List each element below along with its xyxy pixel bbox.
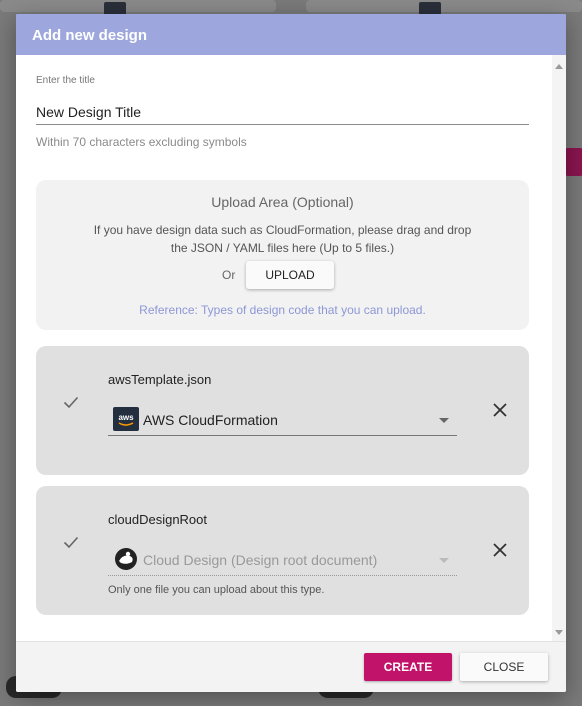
title-input[interactable] — [36, 99, 529, 125]
dropdown-arrow-icon — [439, 418, 449, 423]
background-accent-button — [564, 148, 582, 176]
check-icon — [63, 536, 79, 549]
file-type-value: Cloud Design (Design root document) — [143, 552, 378, 568]
file-card: awsTemplate.json aws AWS CloudFormation — [36, 346, 529, 475]
aws-logo-icon: aws — [113, 407, 139, 431]
file-type-value: AWS CloudFormation — [143, 412, 278, 428]
upload-reference-link[interactable]: Reference: Types of design code that you… — [36, 303, 529, 317]
svg-text:aws: aws — [118, 413, 134, 422]
upload-area-title: Upload Area (Optional) — [211, 194, 354, 210]
file-type-note: Only one file you can upload about this … — [108, 584, 325, 596]
dialog-footer: CREATE CLOSE — [16, 641, 566, 692]
close-icon[interactable] — [492, 402, 508, 418]
scroll-up-icon[interactable] — [555, 64, 563, 69]
close-icon[interactable] — [492, 542, 508, 558]
background-card — [306, 0, 582, 12]
check-icon — [63, 396, 79, 409]
title-label: Enter the title — [36, 75, 95, 86]
file-card: cloudDesignRoot Cloud Design (Design roo… — [36, 486, 529, 615]
close-button[interactable]: CLOSE — [460, 653, 548, 681]
background-card — [0, 0, 276, 12]
create-button[interactable]: CREATE — [364, 653, 452, 681]
scroll-down-icon[interactable] — [555, 630, 563, 635]
dialog-body: Enter the title Within 70 characters exc… — [16, 55, 566, 641]
file-name: cloudDesignRoot — [108, 512, 208, 527]
title-helper-text: Within 70 characters excluding symbols — [36, 135, 247, 149]
add-design-dialog: Add new design Enter the title Within 70… — [16, 14, 566, 692]
file-type-select: Cloud Design (Design root document) — [108, 541, 457, 576]
upload-area-description: If you have design data such as CloudFor… — [93, 223, 472, 255]
upload-drop-area[interactable]: Upload Area (Optional) If you have desig… — [36, 180, 529, 330]
dialog-title: Add new design — [16, 14, 566, 55]
file-type-select[interactable]: aws AWS CloudFormation — [108, 401, 457, 436]
cloud-design-icon — [115, 548, 137, 570]
dialog-scrollbar[interactable] — [552, 55, 566, 641]
upload-button[interactable]: UPLOAD — [246, 261, 334, 289]
file-name: awsTemplate.json — [108, 372, 212, 387]
upload-or-label: Or — [222, 268, 236, 282]
dropdown-arrow-icon — [439, 558, 449, 563]
